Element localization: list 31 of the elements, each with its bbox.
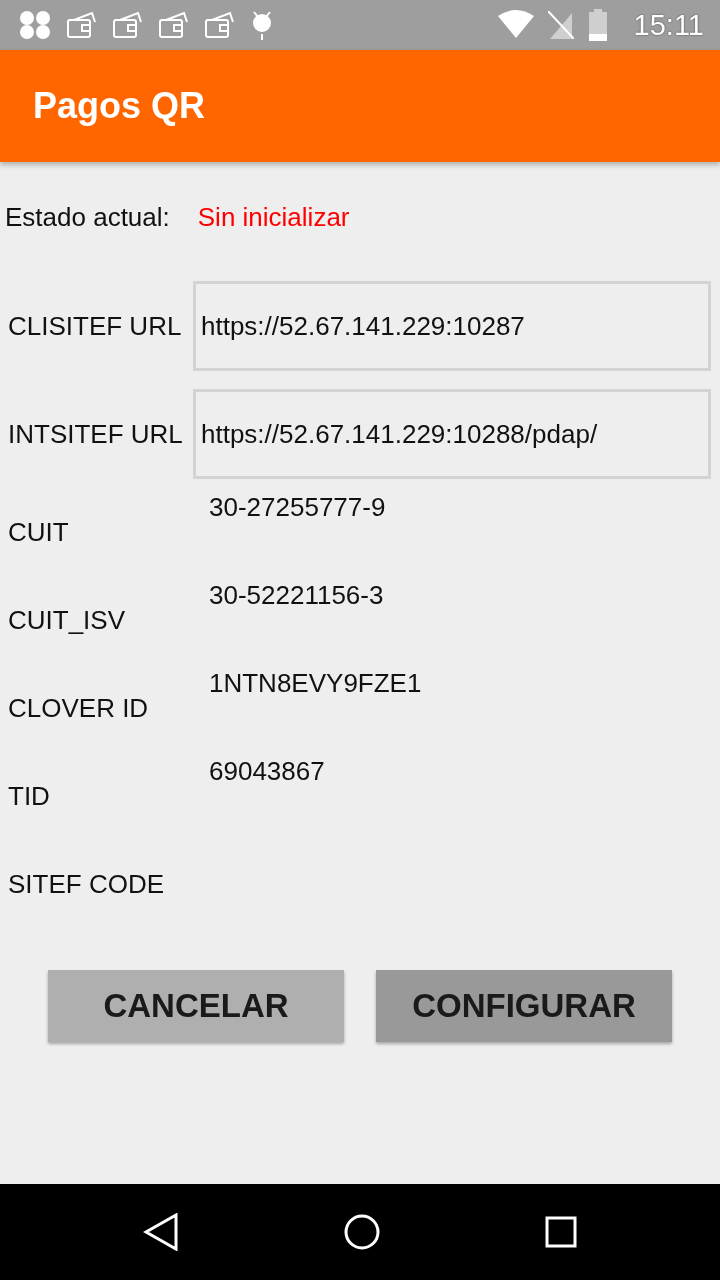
field-value: 69043867 — [209, 756, 325, 787]
app-title: Pagos QR — [33, 85, 206, 127]
field-label: CUIT — [7, 516, 70, 548]
field-label: CUIT_ISV — [7, 604, 127, 636]
configure-button[interactable]: CONFIGURAR — [376, 970, 672, 1042]
field-value: 1NTN8EVY9FZE1 — [209, 668, 422, 699]
wifi-icon — [497, 10, 534, 40]
recents-icon[interactable] — [545, 1216, 578, 1248]
field-label: SITEF CODE — [7, 868, 165, 900]
no-signal-icon — [547, 11, 574, 39]
field-value: 30-27255777-9 — [209, 492, 386, 523]
field-value: 30-52221156-3 — [209, 580, 384, 611]
back-icon[interactable] — [142, 1213, 179, 1251]
wallet-icon — [66, 10, 98, 40]
field-label: CLOVER ID — [7, 692, 150, 724]
wallet-icon — [204, 10, 236, 40]
home-icon[interactable] — [344, 1214, 380, 1250]
status-value: Sin inicializar — [197, 201, 350, 233]
input-field[interactable]: https://52.67.141.229:10287 — [193, 281, 711, 371]
wallet-icon — [112, 10, 144, 40]
input-field[interactable]: https://52.67.141.229:10288/pdap/ — [193, 389, 711, 479]
battery-icon — [587, 9, 608, 41]
field-label: TID — [7, 780, 51, 812]
app-grid-icon — [18, 10, 52, 40]
wallet-icon — [158, 10, 190, 40]
clock: 15:11 — [633, 8, 704, 42]
status-label: Estado actual: — [5, 201, 170, 233]
field-label: INTSITEF URL — [7, 418, 184, 450]
cancel-button[interactable]: CANCELAR — [48, 970, 344, 1042]
android-icon — [250, 9, 274, 41]
field-label: CLISITEF URL — [7, 310, 183, 342]
